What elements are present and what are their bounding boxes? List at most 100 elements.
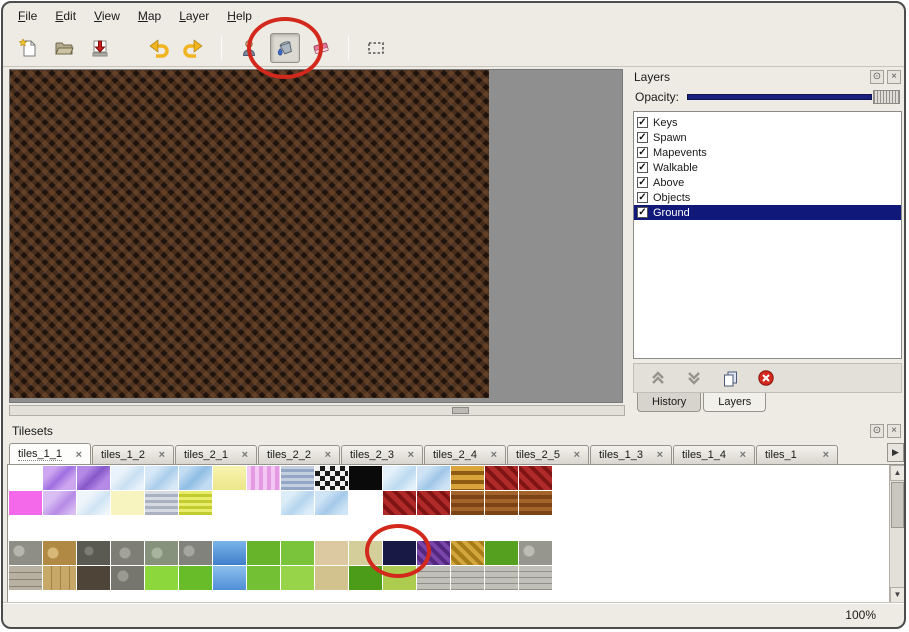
duplicate-layer-button[interactable] (720, 368, 740, 388)
tileset-tab-tiles_2_2[interactable]: tiles_2_2× (258, 445, 340, 464)
tileset-tile[interactable] (43, 541, 76, 565)
tab-close-icon[interactable]: × (408, 450, 414, 460)
tileset-tile[interactable] (9, 466, 42, 490)
fill-tool-button[interactable] (270, 33, 300, 63)
tileset-tile[interactable] (111, 541, 144, 565)
tileset-tile[interactable] (349, 566, 382, 590)
tileset-tile[interactable] (485, 491, 518, 515)
map-viewport[interactable] (9, 69, 623, 403)
tab-close-icon[interactable]: × (325, 450, 331, 460)
tileset-tile[interactable] (43, 466, 76, 490)
tileset-tile[interactable] (383, 466, 416, 490)
tab-history[interactable]: History (637, 393, 701, 412)
tileset-tile[interactable] (9, 566, 42, 590)
tab-close-icon[interactable]: × (740, 450, 746, 460)
save-button[interactable] (85, 33, 115, 63)
tab-close-icon[interactable]: × (823, 450, 829, 460)
tileset-tile[interactable] (43, 491, 76, 515)
tileset-tile[interactable] (213, 466, 246, 490)
tileset-tile[interactable] (77, 541, 110, 565)
tileset-tab-tiles_1_1[interactable]: tiles_1_1× (9, 443, 91, 464)
tileset-tile[interactable] (247, 466, 280, 490)
layer-row-walkable[interactable]: ✓Walkable (634, 160, 901, 175)
tileset-tile[interactable] (417, 566, 450, 590)
tileset-tile[interactable] (349, 466, 382, 490)
tileset-tile[interactable] (417, 491, 450, 515)
menu-edit[interactable]: Edit (46, 5, 85, 27)
tileset-tile[interactable] (9, 491, 42, 515)
tileset-tile[interactable] (145, 566, 178, 590)
tileset-tab-tiles_2_5[interactable]: tiles_2_5× (507, 445, 589, 464)
layer-row-objects[interactable]: ✓Objects (634, 190, 901, 205)
tileset-tile[interactable] (145, 541, 178, 565)
menu-help[interactable]: Help (218, 5, 261, 27)
menu-layer[interactable]: Layer (170, 5, 218, 27)
move-layer-up-button[interactable] (648, 368, 668, 388)
tileset-tile[interactable] (111, 566, 144, 590)
tileset-tile[interactable] (281, 566, 314, 590)
tileset-tile[interactable] (315, 466, 348, 490)
tileset-tile[interactable] (179, 566, 212, 590)
tab-scroll-right-button[interactable]: ▶ (887, 443, 904, 462)
tileset-tile[interactable] (451, 566, 484, 590)
opacity-slider-handle[interactable] (873, 90, 900, 104)
menu-view[interactable]: View (85, 5, 129, 27)
tileset-tab-tiles_1_4[interactable]: tiles_1_4× (673, 445, 755, 464)
layer-visibility-checkbox[interactable]: ✓ (637, 147, 648, 158)
tileset-view[interactable]: ▲ ▼ (7, 464, 906, 604)
tab-close-icon[interactable]: × (76, 450, 82, 460)
tileset-tile[interactable] (77, 491, 110, 515)
delete-layer-button[interactable] (756, 368, 776, 388)
menu-map[interactable]: Map (129, 5, 170, 27)
tileset-tile[interactable] (417, 466, 450, 490)
redo-button[interactable] (179, 33, 209, 63)
tileset-tile[interactable] (315, 541, 348, 565)
tileset-tile[interactable] (43, 566, 76, 590)
tab-close-icon[interactable]: × (657, 450, 663, 460)
tileset-tile[interactable] (451, 466, 484, 490)
tileset-tile[interactable] (485, 466, 518, 490)
new-file-button[interactable] (13, 33, 43, 63)
tileset-tile[interactable] (519, 491, 552, 515)
tileset-tile[interactable] (417, 541, 450, 565)
tileset-tile[interactable] (9, 541, 42, 565)
map-canvas[interactable] (10, 70, 489, 398)
tileset-tile[interactable] (315, 566, 348, 590)
layer-visibility-checkbox[interactable]: ✓ (637, 132, 648, 143)
vertical-scrollbar-thumb[interactable] (891, 482, 904, 528)
tileset-tile[interactable] (111, 491, 144, 515)
layer-row-spawn[interactable]: ✓Spawn (634, 130, 901, 145)
tileset-tile[interactable] (247, 566, 280, 590)
tileset-tile[interactable] (519, 466, 552, 490)
layer-row-keys[interactable]: ✓Keys (634, 115, 901, 130)
tileset-tile[interactable] (349, 491, 382, 515)
tileset-tile[interactable] (349, 541, 382, 565)
tileset-tile[interactable] (77, 466, 110, 490)
layer-visibility-checkbox[interactable]: ✓ (637, 207, 648, 218)
tileset-tile[interactable] (451, 541, 484, 565)
tileset-tile[interactable] (213, 541, 246, 565)
tileset-vertical-scrollbar[interactable]: ▲ ▼ (889, 465, 905, 603)
tileset-tile[interactable] (383, 566, 416, 590)
tileset-tile[interactable] (485, 541, 518, 565)
tileset-tab-tiles_2_4[interactable]: tiles_2_4× (424, 445, 506, 464)
menu-file[interactable]: File (9, 5, 46, 27)
tileset-tile[interactable] (213, 491, 246, 515)
layer-visibility-checkbox[interactable]: ✓ (637, 192, 648, 203)
tileset-tile[interactable] (519, 566, 552, 590)
tileset-tile[interactable] (451, 491, 484, 515)
tab-close-icon[interactable]: × (242, 450, 248, 460)
tab-layers[interactable]: Layers (703, 393, 766, 412)
float-panel-icon[interactable]: ⊙ (870, 424, 884, 438)
tileset-tile[interactable] (145, 491, 178, 515)
undo-button[interactable] (143, 33, 173, 63)
tileset-tile[interactable] (213, 566, 246, 590)
tileset-tile[interactable] (383, 491, 416, 515)
tileset-tab-tiles_1_2[interactable]: tiles_1_2× (92, 445, 174, 464)
layer-row-ground[interactable]: ✓Ground (634, 205, 901, 220)
tileset-tile[interactable] (179, 491, 212, 515)
eraser-tool-button[interactable] (306, 33, 336, 63)
tileset-tile[interactable] (145, 466, 178, 490)
player-position-tool-button[interactable] (234, 33, 264, 63)
tileset-tile[interactable] (179, 466, 212, 490)
